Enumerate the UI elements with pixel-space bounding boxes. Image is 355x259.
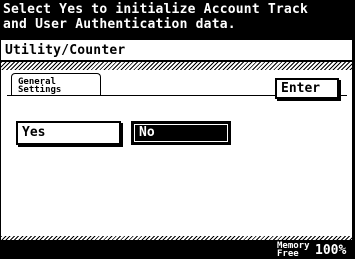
copier-utility-screen: Select Yes to initialize Account Track a… — [0, 0, 355, 259]
instruction-message: Select Yes to initialize Account Track a… — [3, 2, 309, 32]
screen-title: Utility/Counter — [5, 43, 126, 58]
memory-free-label: Memory Free — [277, 241, 310, 259]
memory-free-value: 100% — [315, 243, 347, 258]
yes-button[interactable]: Yes — [16, 121, 121, 145]
top-hatch-border — [1, 62, 352, 70]
bottom-hatch-border — [1, 236, 352, 240]
memory-status: Memory Free 100% — [275, 241, 355, 259]
enter-button[interactable]: Enter — [275, 78, 339, 99]
tab-general-settings-label: General Settings — [18, 77, 62, 95]
settings-panel: General Settings Enter Yes No — [1, 62, 352, 240]
tab-general-settings: General Settings — [11, 73, 101, 95]
title-bar: Utility/Counter — [1, 40, 352, 61]
no-button[interactable]: No — [131, 121, 231, 145]
